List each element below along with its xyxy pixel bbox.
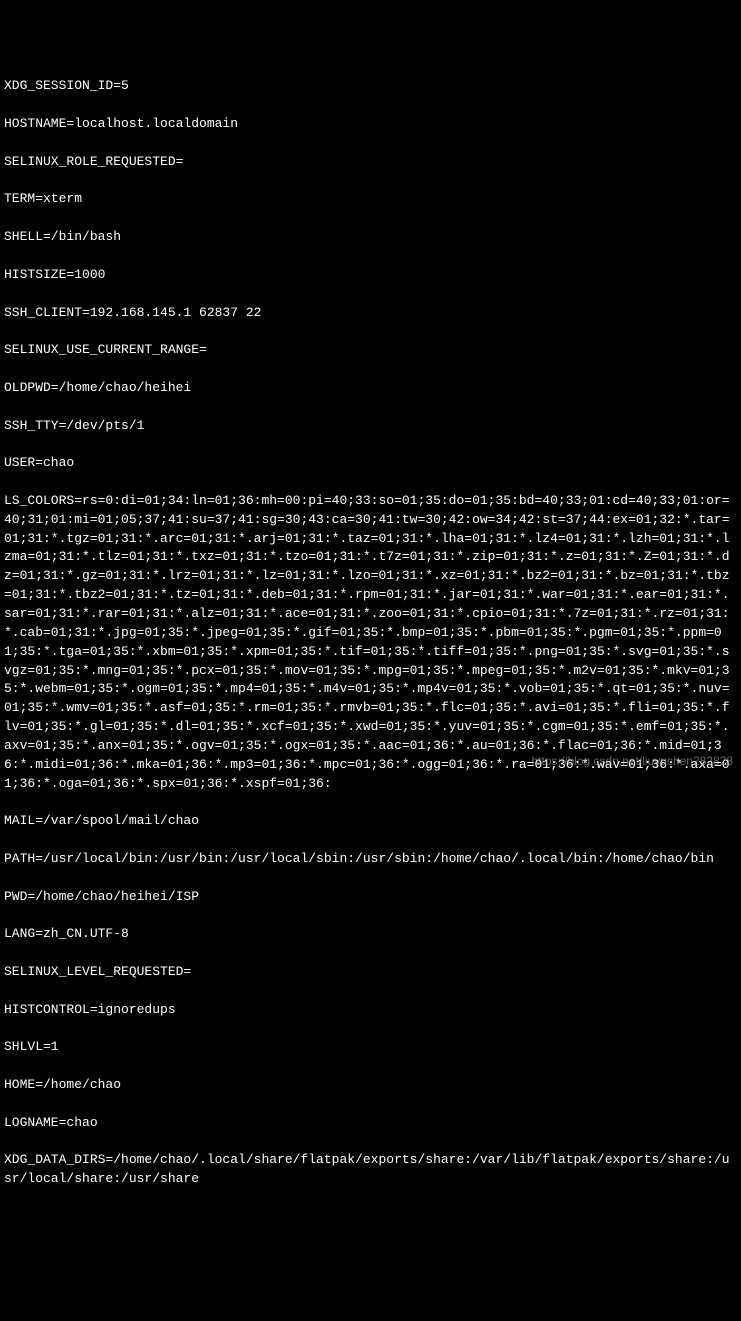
env-home: HOME=/home/chao [4,1076,737,1095]
env-lang: LANG=zh_CN.UTF-8 [4,925,737,944]
env-histcontrol: HISTCONTROL=ignoredups [4,1001,737,1020]
env-ls-colors: LS_COLORS=rs=0:di=01;34:ln=01;36:mh=00:p… [4,492,737,794]
env-histsize: HISTSIZE=1000 [4,266,737,285]
env-shell: SHELL=/bin/bash [4,228,737,247]
env-ssh-tty: SSH_TTY=/dev/pts/1 [4,417,737,436]
env-hostname: HOSTNAME=localhost.localdomain [4,115,737,134]
env-logname: LOGNAME=chao [4,1114,737,1133]
watermark-text: https://blog.csdn.net/liuyuchen282828 [532,753,733,770]
env-shlvl: SHLVL=1 [4,1038,737,1057]
env-ssh-client: SSH_CLIENT=192.168.145.1 62837 22 [4,304,737,323]
env-selinux-level-requested: SELINUX_LEVEL_REQUESTED= [4,963,737,982]
env-mail: MAIL=/var/spool/mail/chao [4,812,737,831]
env-path: PATH=/usr/local/bin:/usr/bin:/usr/local/… [4,850,737,869]
env-pwd: PWD=/home/chao/heihei/ISP [4,888,737,907]
env-selinux-use-current-range: SELINUX_USE_CURRENT_RANGE= [4,341,737,360]
env-selinux-role-requested: SELINUX_ROLE_REQUESTED= [4,153,737,172]
env-xdg-data-dirs: XDG_DATA_DIRS=/home/chao/.local/share/fl… [4,1151,737,1189]
env-user: USER=chao [4,454,737,473]
env-term: TERM=xterm [4,190,737,209]
env-xdg-session-id: XDG_SESSION_ID=5 [4,77,737,96]
env-oldpwd: OLDPWD=/home/chao/heihei [4,379,737,398]
